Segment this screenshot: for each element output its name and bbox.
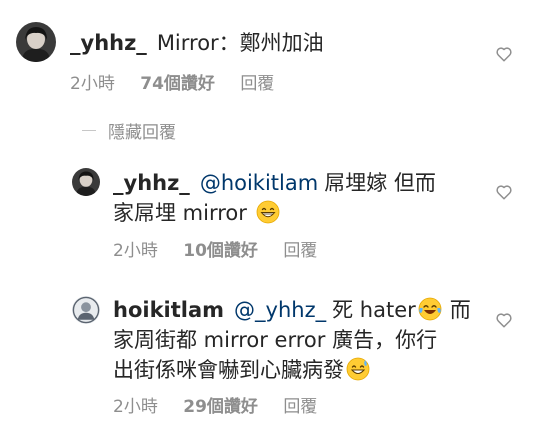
grinning-face-emoji bbox=[256, 200, 279, 224]
sweat-smile-emoji bbox=[346, 357, 370, 381]
hide-replies-button[interactable]: 隱藏回覆 bbox=[82, 118, 176, 143]
comment-time: 2小時 bbox=[113, 241, 158, 261]
like-count[interactable]: 10個讚好 bbox=[183, 236, 258, 261]
heart-outline-icon[interactable] bbox=[495, 183, 513, 201]
comment-username[interactable]: hoikitlam bbox=[113, 298, 224, 322]
comment-body: 出街係咪會嚇到心臟病發 bbox=[113, 358, 344, 382]
avatar-image bbox=[16, 22, 56, 62]
comment-username[interactable]: _yhhz_ bbox=[70, 31, 147, 55]
comment-meta: 2小時 10個讚好 回覆 bbox=[113, 236, 317, 261]
like-count[interactable]: 74個讚好 bbox=[140, 69, 215, 94]
comment-body: Mirror：鄭州加油 bbox=[156, 31, 324, 55]
reply-button[interactable]: 回覆 bbox=[283, 392, 317, 417]
avatar[interactable] bbox=[72, 296, 100, 324]
avatar[interactable] bbox=[72, 168, 100, 196]
comment-text: hoikitlam @_yhhz_ 死 hater 而 家周街都 mirror er… bbox=[113, 295, 483, 385]
comment-time: 2小時 bbox=[70, 74, 115, 94]
divider-line bbox=[82, 130, 96, 131]
avatar-image bbox=[72, 296, 100, 324]
comment-text: _yhhz_ @hoikitlam 屌埋嫁 但而 家屌埋 mirror bbox=[113, 168, 473, 228]
comment-body: 家屌埋 mirror bbox=[113, 201, 247, 225]
comment-body: 而 bbox=[449, 298, 471, 322]
mention-link[interactable]: @_yhhz_ bbox=[234, 298, 326, 322]
heart-outline-icon[interactable] bbox=[495, 45, 513, 63]
reply-button[interactable]: 回覆 bbox=[240, 69, 274, 94]
tears-of-joy-emoji bbox=[418, 297, 442, 321]
comment-username[interactable]: _yhhz_ bbox=[113, 171, 190, 195]
comment-body: 家周街都 mirror error 廣告，你行 bbox=[113, 328, 438, 352]
like-count[interactable]: 29個讚好 bbox=[183, 392, 258, 417]
heart-outline-icon[interactable] bbox=[495, 311, 513, 329]
comment-meta: 2小時 74個讚好 回覆 bbox=[70, 69, 274, 94]
comment-time: 2小時 bbox=[113, 397, 158, 417]
comment-meta: 2小時 29個讚好 回覆 bbox=[113, 392, 317, 417]
comment-text: _yhhz_ Mirror：鄭州加油 bbox=[70, 28, 324, 58]
reply-button[interactable]: 回覆 bbox=[283, 236, 317, 261]
avatar-image bbox=[72, 168, 100, 196]
avatar[interactable] bbox=[16, 22, 56, 62]
hide-replies-label: 隱藏回覆 bbox=[108, 123, 176, 143]
mention-link[interactable]: @hoikitlam bbox=[200, 171, 318, 195]
comment-body: 死 hater bbox=[332, 298, 416, 322]
comment-body: 屌埋嫁 但而 bbox=[324, 171, 436, 195]
